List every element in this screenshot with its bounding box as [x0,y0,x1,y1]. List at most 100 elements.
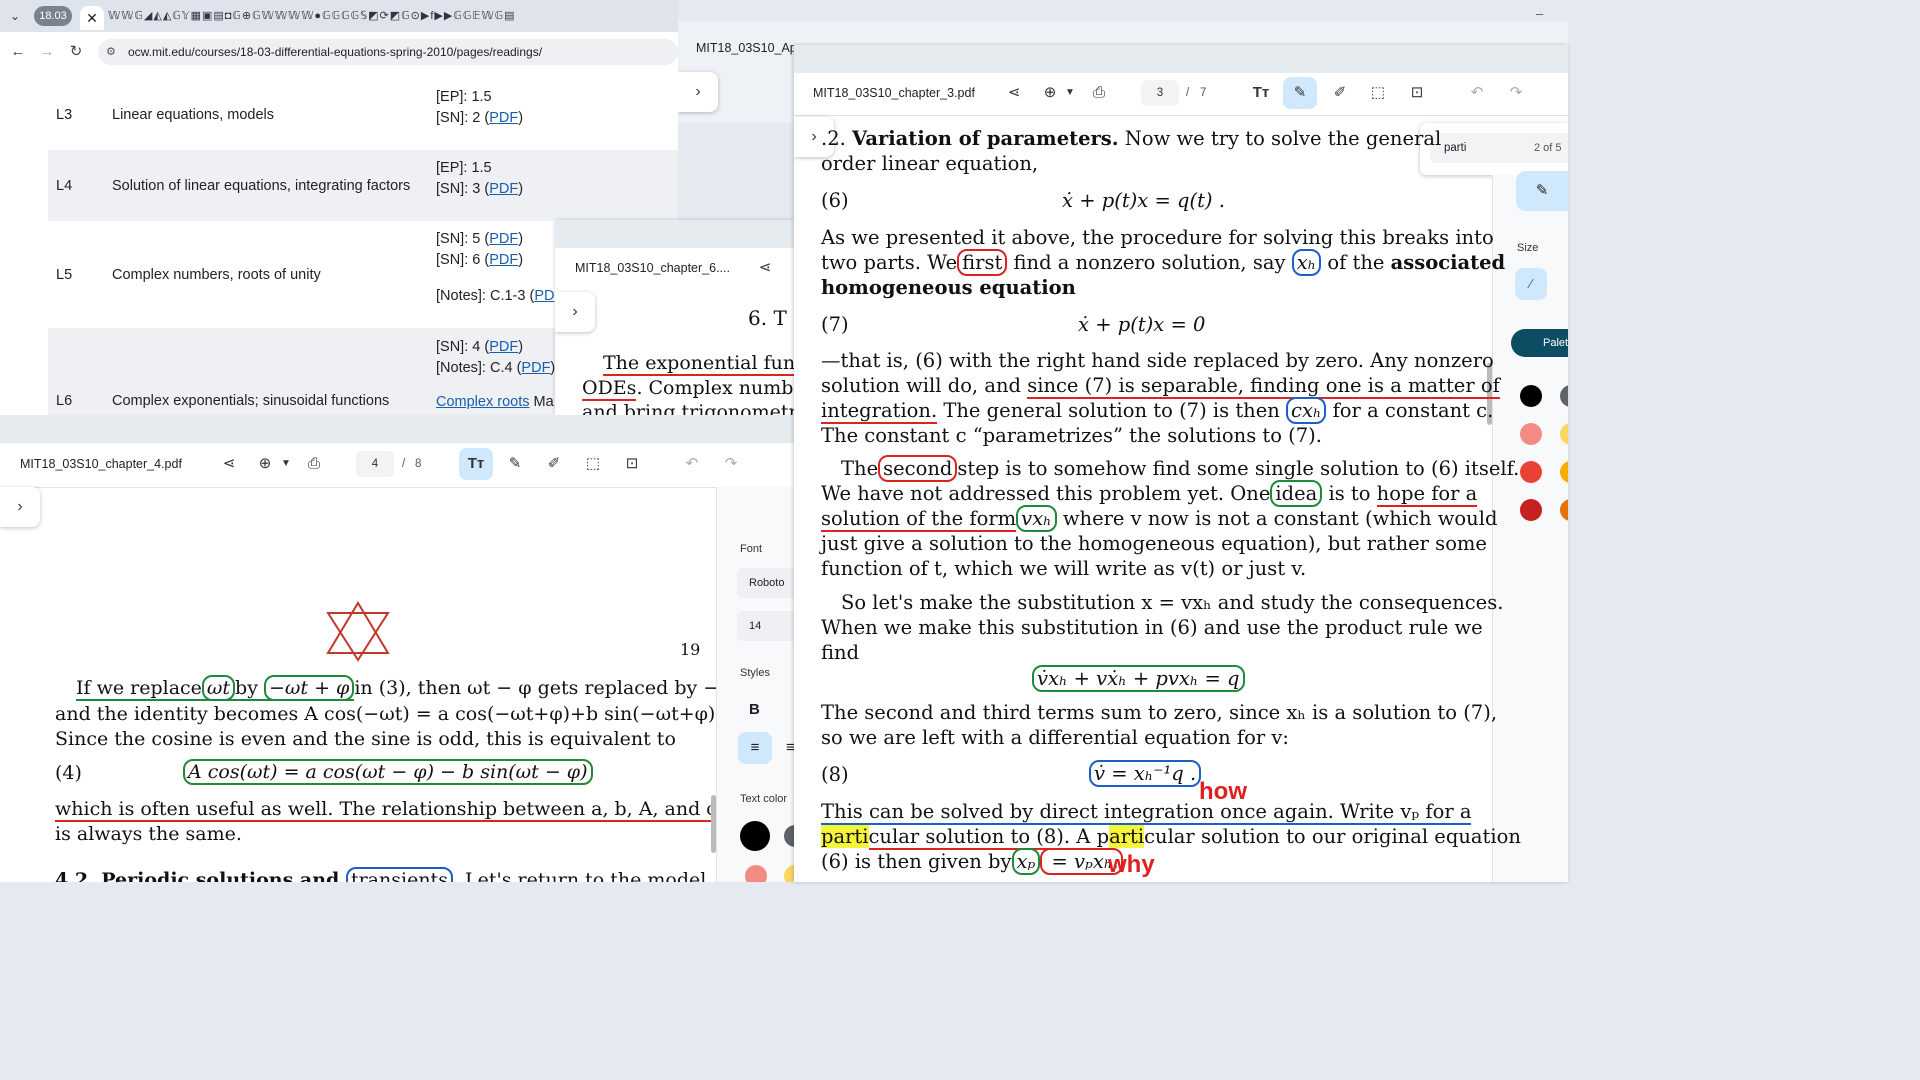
pdf-window-chapter-4: MIT18_03S10_chapter_4.pdf ⋖ ⊕ ▼ ⎙ 4 / 8 … [0,415,795,882]
selection-icon[interactable]: ⬚ [583,454,603,474]
url-text[interactable]: ocw.mit.edu/courses/18-03-differential-e… [128,44,542,60]
color-swatch-red[interactable] [1520,461,1542,483]
reading-ref: [SN]: 2 (PDF) [436,110,524,126]
doc-line: solution will do, and since (7) is separ… [821,374,1500,399]
doc-line: which is often useful as well. The relat… [55,798,720,822]
tab-search-button[interactable]: ⌄ [4,6,26,26]
doc-line: The second step is to somehow find some si… [841,455,1520,482]
page-number-input[interactable]: 3 [1141,80,1179,106]
pdf-link[interactable]: PDF [489,181,518,197]
redo-icon[interactable]: ↷ [1506,83,1526,103]
pdf-window-chapter-6: MIT18_03S10_chapter_6.... ⋖ › 6. T The e… [555,220,795,415]
pen-icon[interactable]: ✐ [1330,83,1350,103]
page-number: 19 [680,640,701,659]
zoom-icon[interactable]: ⊕ [1040,83,1060,103]
pdf-link[interactable]: PDF [489,339,518,355]
color-swatch-pink[interactable] [745,865,767,882]
pdf-link[interactable]: PDF [521,360,550,376]
chevron-down-icon[interactable]: ▼ [276,454,296,474]
site-info-icon[interactable]: ⚙ [106,44,122,60]
lecture-id: L3 [56,107,73,123]
find-query[interactable]: parti [1444,142,1466,154]
pinned-tab-favicons[interactable]: 𝕎𝕎𝔾◢◭◭𝔾𝕐▦▣▤◘𝔾⊕𝔾𝕎𝕎𝕎𝕎●𝔾𝔾𝔾𝔾𝕊◩⟳◩𝔾⊙▶f▶▶𝔾𝔾𝔼𝕎𝔾▤ [108,8,678,24]
chevron-right-icon[interactable]: › [678,72,718,112]
redo-icon[interactable]: ↷ [721,454,741,474]
text-tool-button[interactable]: Tт [459,448,493,480]
back-arrow-icon[interactable]: ← [8,42,28,62]
equation-6: ẋ + p(t)x = q(t) . [1062,189,1225,212]
reading-ref: [EP]: 1.5 [436,160,492,176]
window-header [794,45,1568,73]
reload-icon[interactable]: ↻ [66,42,86,62]
doc-line: homogeneous equation [821,276,1076,299]
zoom-icon[interactable]: ⊕ [255,454,275,474]
equation-number: (6) [821,189,849,212]
font-label: Font [740,543,763,555]
text-format-icon[interactable]: Tт [1251,83,1271,103]
lecture-topic: Solution of linear equations, integratin… [112,178,411,194]
bold-button[interactable]: B [749,701,760,718]
undo-icon[interactable]: ↶ [1467,83,1487,103]
undo-icon[interactable]: ↶ [682,454,702,474]
palette-button[interactable]: Palet [1511,329,1568,357]
chevron-right-icon[interactable]: › [0,487,40,527]
doc-line: two parts. We first find a nonzero soluti… [821,249,1506,276]
equation-number: (7) [821,313,849,336]
equation-number: (8) [821,763,849,786]
color-swatch-dark-red[interactable] [1520,499,1542,521]
lecture-id: L6 [56,393,73,409]
minimize-window-icon[interactable]: – [1536,6,1552,22]
print-icon[interactable]: ⎙ [1089,83,1109,103]
doc-line: We have not addressed this problem yet. … [821,480,1478,507]
reading-ref: [EP]: 1.5 [436,89,492,105]
font-size-select[interactable]: 14 [737,611,795,641]
forward-arrow-icon[interactable]: → [37,42,57,62]
close-tab-icon[interactable]: ✕ [80,6,104,30]
lecture-topic: Complex numbers, roots of unity [112,267,321,283]
scrollbar[interactable] [711,795,716,853]
equation-4: A cos(ωt) = a cos(ωt − φ) − b sin(ωt − φ… [183,759,593,785]
boxed-equation: v̇xₕ + vẋₕ + pvxₕ = q [1032,665,1245,692]
pdf-link[interactable]: PD [534,288,554,304]
screenshot-icon[interactable]: ⊡ [1407,83,1427,103]
table-row: L3 Linear equations, models [EP]: 1.5 [S… [48,78,678,150]
font-select[interactable]: Roboto [737,568,795,598]
doc-line: The second and third terms sum to zero, … [821,701,1498,724]
align-left-icon[interactable]: ≡ [738,732,772,764]
color-swatch-pink[interactable] [1520,423,1542,445]
doc-line: particular solution to (8). A particular… [821,825,1521,850]
pen-size-thin-icon[interactable]: ⁄ [1515,268,1547,300]
doc-line: so we are left with a differential equat… [821,726,1289,749]
pen-type-icon[interactable]: ✎ [1516,171,1568,211]
share-icon[interactable]: ⋖ [219,454,239,474]
pdf-link[interactable]: PDF [489,231,518,247]
share-icon[interactable]: ⋖ [755,258,775,278]
screenshot-icon[interactable]: ⊡ [622,454,642,474]
complex-roots-link[interactable]: Complex roots [436,394,529,410]
lecture-id: L4 [56,178,73,194]
color-swatch-black[interactable] [740,821,770,851]
lecture-topic: Linear equations, models [112,107,275,123]
print-icon[interactable]: ⎙ [304,454,324,474]
tab-group-badge[interactable]: 18.03 [34,6,72,26]
chevron-down-icon[interactable]: ▼ [1060,83,1080,103]
chevron-right-icon[interactable]: › [555,292,595,332]
doc-line: The constant c “parametrizes” the soluti… [821,424,1322,447]
pdf-link[interactable]: PDF [489,252,518,268]
window-header [0,415,795,443]
color-swatch-black[interactable] [1520,385,1542,407]
doc-line: find [821,641,860,664]
handwritten-note-why: why [1108,851,1155,878]
document-title: MIT18_03S10_chapter_4.pdf [20,457,182,471]
selection-icon[interactable]: ⬚ [1368,83,1388,103]
doc-line: Since the cosine is even and the sine is… [55,728,676,750]
highlighter-icon[interactable]: ✎ [505,454,525,474]
doc-line: —that is, (6) with the right hand side r… [821,349,1494,372]
pen-icon[interactable]: ✐ [544,454,564,474]
share-icon[interactable]: ⋖ [1004,83,1024,103]
doc-line: and the identity becomes A cos(−ωt) = a … [55,703,722,725]
page-number-input[interactable]: 4 [356,451,394,477]
highlighter-tool-button[interactable]: ✎ [1283,77,1317,109]
pdf-link[interactable]: PDF [489,110,518,126]
doc-line: is always the same. [55,823,242,845]
